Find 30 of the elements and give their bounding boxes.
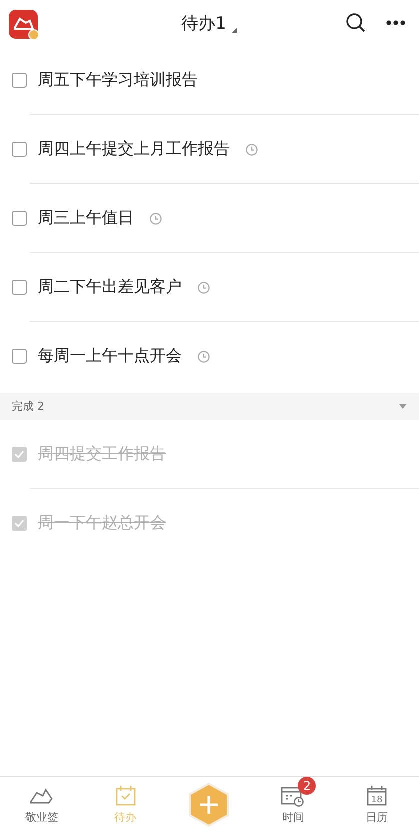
caret-icon[interactable] — [399, 404, 407, 409]
badge: 2 — [298, 777, 316, 795]
task-title[interactable]: 周五下午学习培训报告 — [38, 70, 198, 91]
tab-label: 时间 — [282, 810, 304, 825]
checkbox[interactable] — [12, 516, 27, 531]
checkbox[interactable] — [12, 447, 27, 462]
checkbox[interactable] — [12, 142, 27, 157]
app-logo-icon[interactable] — [9, 10, 40, 40]
tab[interactable]: 18 日历 — [335, 777, 419, 833]
page-title[interactable]: 待办1 — [182, 12, 226, 35]
more-icon[interactable] — [386, 20, 406, 26]
tab[interactable]: 2 时间 — [251, 777, 336, 833]
calendar-check-icon — [114, 785, 137, 807]
tab-label: 日历 — [366, 810, 388, 825]
search-icon[interactable] — [346, 13, 366, 33]
task-title[interactable]: 周四上午提交上月工作报告 — [38, 139, 230, 160]
tab-label: 敬业签 — [25, 810, 58, 825]
checkbox[interactable] — [12, 349, 27, 364]
calendar-icon: 18 — [366, 785, 388, 807]
section-label[interactable]: 完成 2 — [12, 399, 44, 414]
checkbox[interactable] — [12, 211, 27, 226]
dropdown-icon[interactable] — [232, 28, 238, 33]
checkbox[interactable] — [12, 73, 27, 88]
add-button[interactable] — [189, 783, 230, 827]
checkbox[interactable] — [12, 280, 27, 295]
tab[interactable]: 敬业签 — [0, 777, 84, 833]
task-title[interactable]: 周三上午值日 — [38, 208, 134, 229]
task-title[interactable]: 周二下午出差见客户 — [38, 277, 182, 298]
task-title[interactable]: 每周一上午十点开会 — [38, 346, 182, 367]
tab-label: 待办 — [114, 810, 137, 825]
